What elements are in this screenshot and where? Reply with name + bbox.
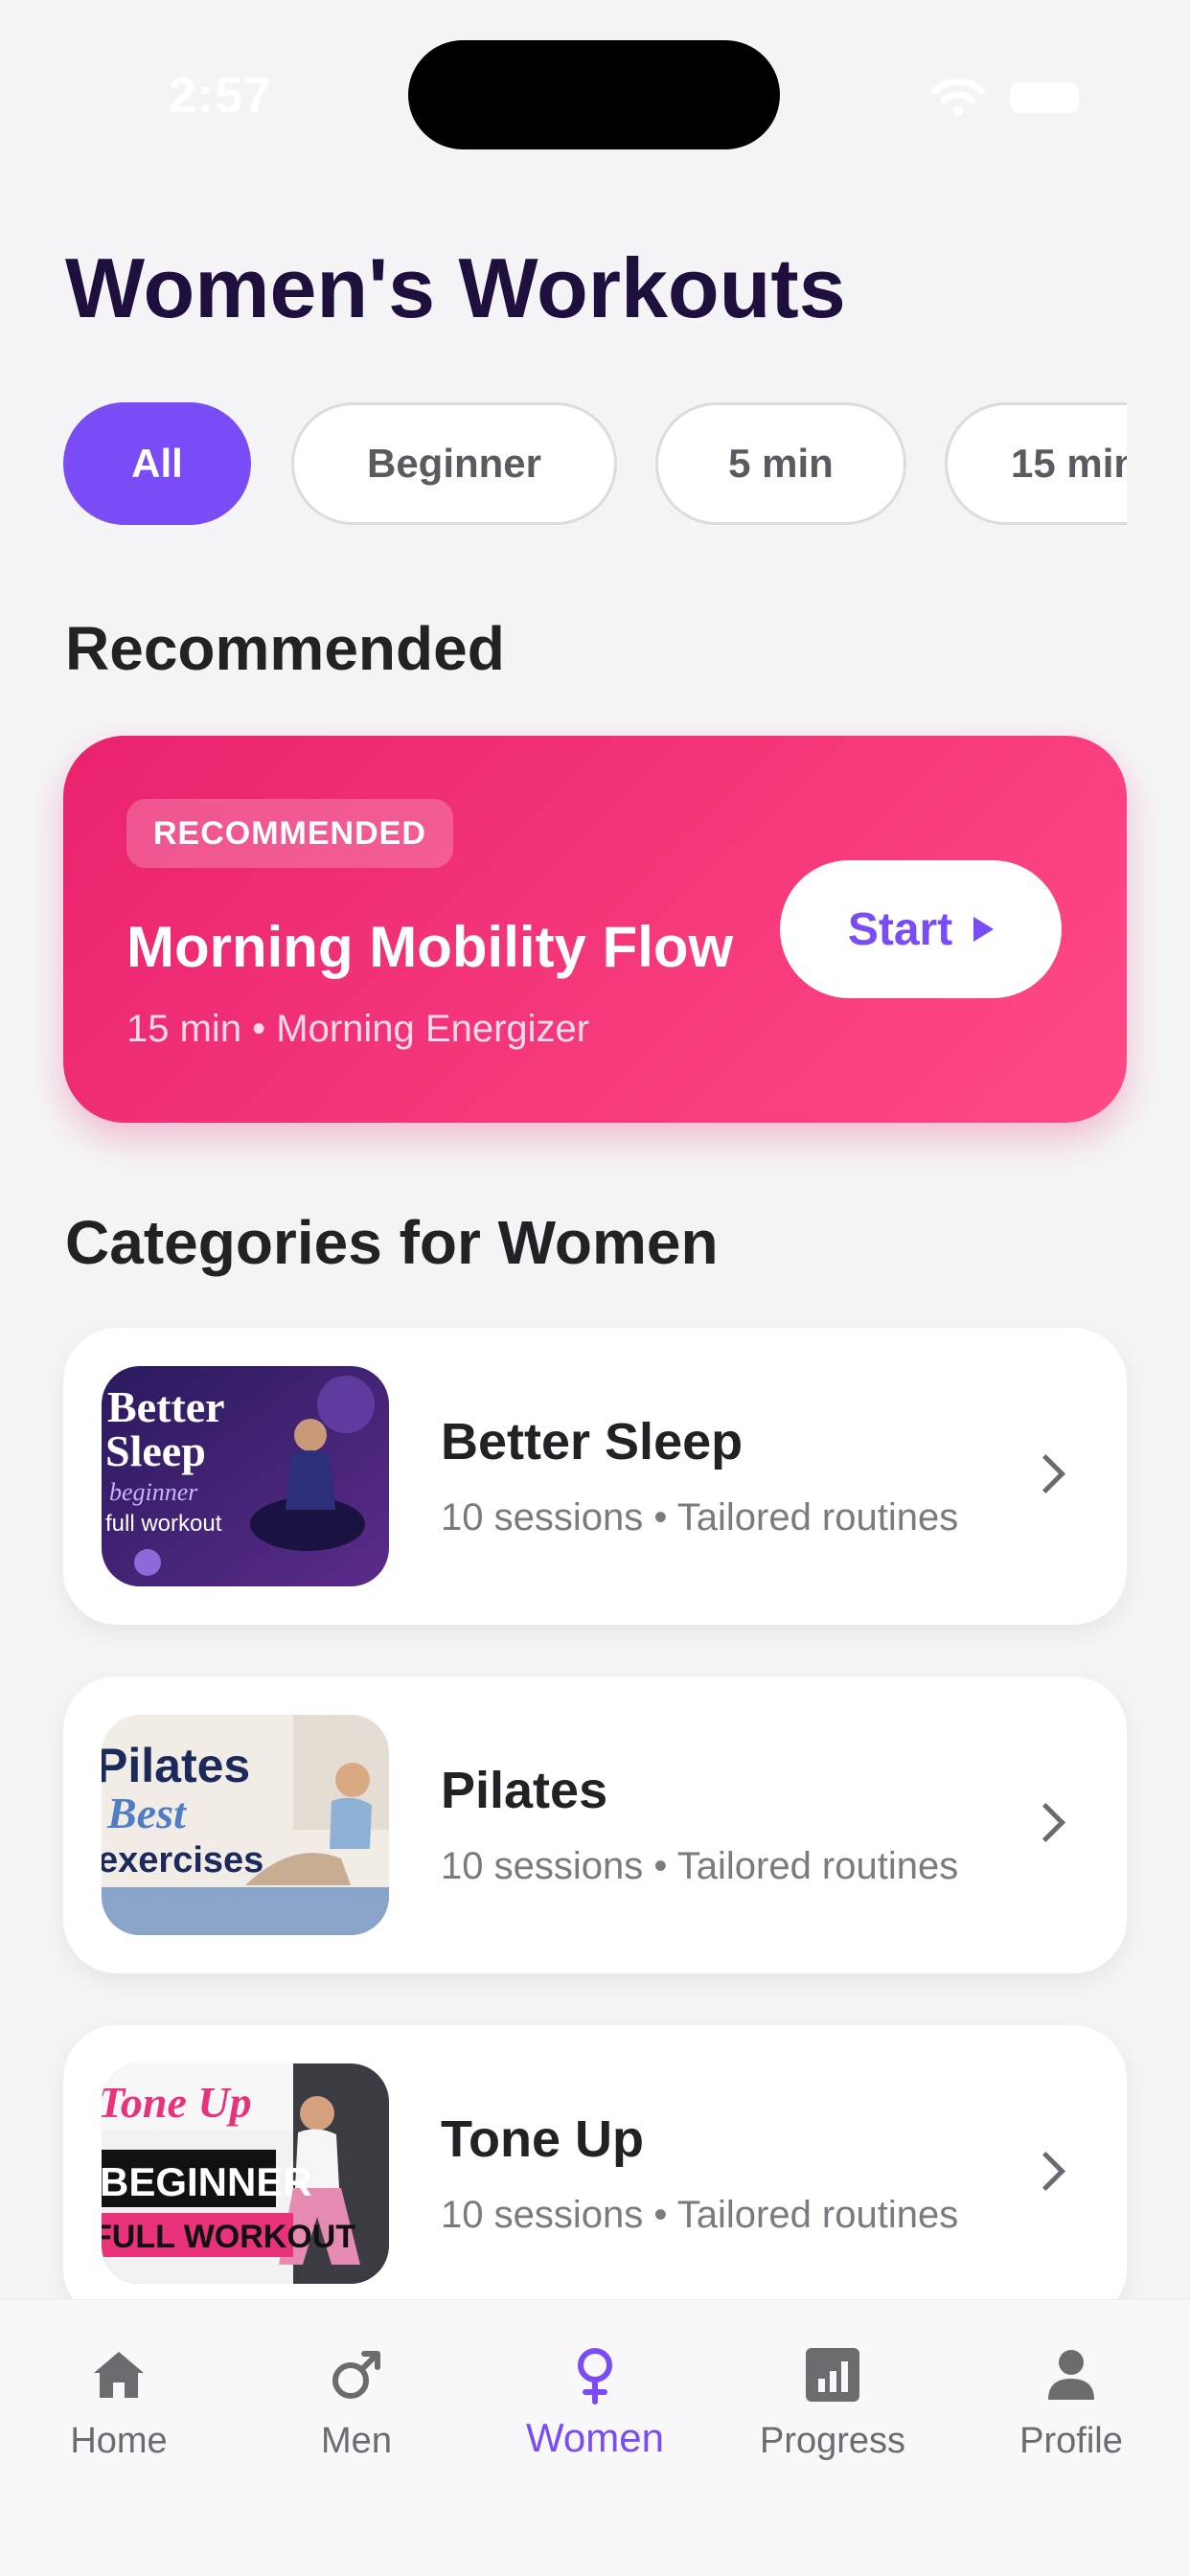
category-name: Tone Up [441, 2110, 644, 2168]
chevron-right-icon [1025, 2151, 1066, 2192]
svg-text:Sleep: Sleep [105, 1426, 206, 1475]
person-icon [1048, 2350, 1094, 2400]
category-thumbnail: Better Sleep beginner full workout [102, 1366, 389, 1586]
recommended-meta: 15 min • Morning Energizer [126, 1008, 590, 1050]
category-name: Pilates [441, 1762, 608, 1819]
tab-label: Men [321, 2421, 392, 2461]
svg-text:Tone Up: Tone Up [102, 2078, 252, 2127]
signal-icon [853, 88, 910, 111]
chevron-right-icon [1025, 1453, 1066, 1494]
play-icon [973, 917, 995, 942]
category-meta: 10 sessions • Tailored routines [441, 1845, 959, 1887]
category-name: Better Sleep [441, 1413, 744, 1470]
recommended-card[interactable]: RECOMMENDED Morning Mobility Flow 15 min… [63, 736, 1127, 1123]
chart-icon [806, 2348, 859, 2402]
svg-text:FULL WORKOUT: FULL WORKOUT [102, 2219, 355, 2255]
svg-text:Best: Best [106, 1789, 187, 1837]
start-button[interactable]: Start [780, 860, 1062, 998]
home-icon [94, 2352, 144, 2398]
status-bar: 2:57 [0, 0, 1190, 192]
chevron-right-icon [1025, 1802, 1066, 1843]
wifi-icon [931, 79, 985, 116]
category-card-better-sleep[interactable]: Better Sleep beginner full workout Bette… [63, 1328, 1127, 1625]
dynamic-island [408, 40, 780, 149]
svg-text:beginner: beginner [109, 1478, 198, 1506]
category-card-pilates[interactable]: Pilates Best exercises Pilates 10 sessio… [63, 1676, 1127, 1973]
svg-text:Pilates: Pilates [102, 1739, 250, 1792]
categories-section-title: Categories for Women [65, 1208, 719, 1277]
category-thumbnail: Tone Up BEGINNER FULL WORKOUT [102, 2063, 389, 2284]
svg-text:exercises: exercises [102, 1840, 263, 1881]
male-icon [332, 2351, 380, 2399]
category-card-tone-up[interactable]: Tone Up BEGINNER FULL WORKOUT Tone Up 10… [63, 2025, 1127, 2322]
tab-label: Progress [759, 2421, 906, 2461]
recommended-section-title: Recommended [65, 614, 505, 683]
bottom-tab-bar: Home Men Women Progress Profile [0, 2299, 1190, 2576]
tab-progress[interactable]: Progress [737, 2325, 928, 2461]
status-time: 2:57 [169, 68, 273, 124]
tab-label: Home [70, 2421, 168, 2461]
svg-text:Better: Better [107, 1382, 225, 1431]
recommended-title: Morning Mobility Flow [126, 915, 734, 979]
tab-label: Women [526, 2415, 664, 2460]
battery-icon [1010, 82, 1079, 113]
female-icon [578, 2348, 612, 2405]
category-thumbnail: Pilates Best exercises [102, 1715, 389, 1935]
filter-chip-5-min[interactable]: 5 min [655, 402, 906, 525]
svg-text:BEGINNER: BEGINNER [102, 2159, 312, 2204]
svg-text:full workout: full workout [105, 1511, 222, 1537]
category-meta: 10 sessions • Tailored routines [441, 2194, 959, 2236]
filter-chip-15-min[interactable]: 15 min [945, 402, 1127, 525]
start-label: Start [847, 903, 953, 955]
filter-chips: All Beginner 5 min 15 min [63, 400, 1127, 531]
filter-chip-all[interactable]: All [63, 402, 251, 525]
filter-chip-beginner[interactable]: Beginner [291, 402, 617, 525]
recommended-badge: RECOMMENDED [126, 799, 453, 868]
tab-women[interactable]: Women [499, 2325, 691, 2460]
tab-profile[interactable]: Profile [975, 2325, 1167, 2461]
page-title: Women's Workouts [65, 240, 846, 335]
category-meta: 10 sessions • Tailored routines [441, 1496, 959, 1539]
tab-label: Profile [1019, 2421, 1123, 2461]
tab-men[interactable]: Men [261, 2325, 452, 2461]
tab-home[interactable]: Home [23, 2325, 215, 2461]
